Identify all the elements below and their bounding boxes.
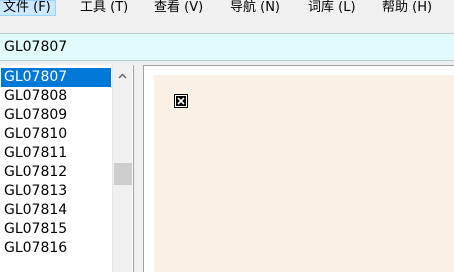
definition-frame	[143, 65, 454, 272]
menu-item-tools[interactable]: 工具 (T)	[76, 0, 132, 15]
menu-item-view[interactable]: 查看 (V)	[150, 0, 207, 15]
menu-item-navigate[interactable]: 导航 (N)	[226, 0, 284, 15]
list-item[interactable]: GL07811	[1, 144, 111, 163]
list-item[interactable]: GL07810	[1, 125, 111, 144]
list-item[interactable]: GL07813	[1, 182, 111, 201]
list-scrollbar[interactable]	[112, 65, 132, 272]
menu-item-help[interactable]: 帮助 (H)	[378, 0, 436, 15]
chevron-up-icon[interactable]	[113, 67, 132, 84]
list-item-selected[interactable]: GL07807	[1, 68, 111, 87]
list-item[interactable]: GL07808	[1, 87, 111, 106]
scrollbar-thumb[interactable]	[114, 163, 132, 185]
list-item[interactable]: GL07812	[1, 163, 111, 182]
word-list-items: GL07807 GL07808 GL07809 GL07810 GL07811 …	[1, 68, 111, 258]
list-item[interactable]: GL07814	[1, 201, 111, 220]
list-item[interactable]: GL07816	[1, 239, 111, 258]
word-list: GL07807 GL07808 GL07809 GL07810 GL07811 …	[0, 65, 134, 272]
definition-pane	[154, 75, 454, 272]
broken-image-icon	[174, 94, 188, 108]
menu-item-file[interactable]: 文件 (F)	[0, 0, 56, 16]
search-input[interactable]	[0, 34, 454, 60]
list-item[interactable]: GL07815	[1, 220, 111, 239]
menu-bar: 文件 (F) 工具 (T) 查看 (V) 导航 (N) 词库 (L) 帮助 (H…	[0, 0, 454, 30]
search-box	[0, 33, 454, 61]
list-item[interactable]: GL07809	[1, 106, 111, 125]
menu-item-library[interactable]: 词库 (L)	[304, 0, 360, 15]
